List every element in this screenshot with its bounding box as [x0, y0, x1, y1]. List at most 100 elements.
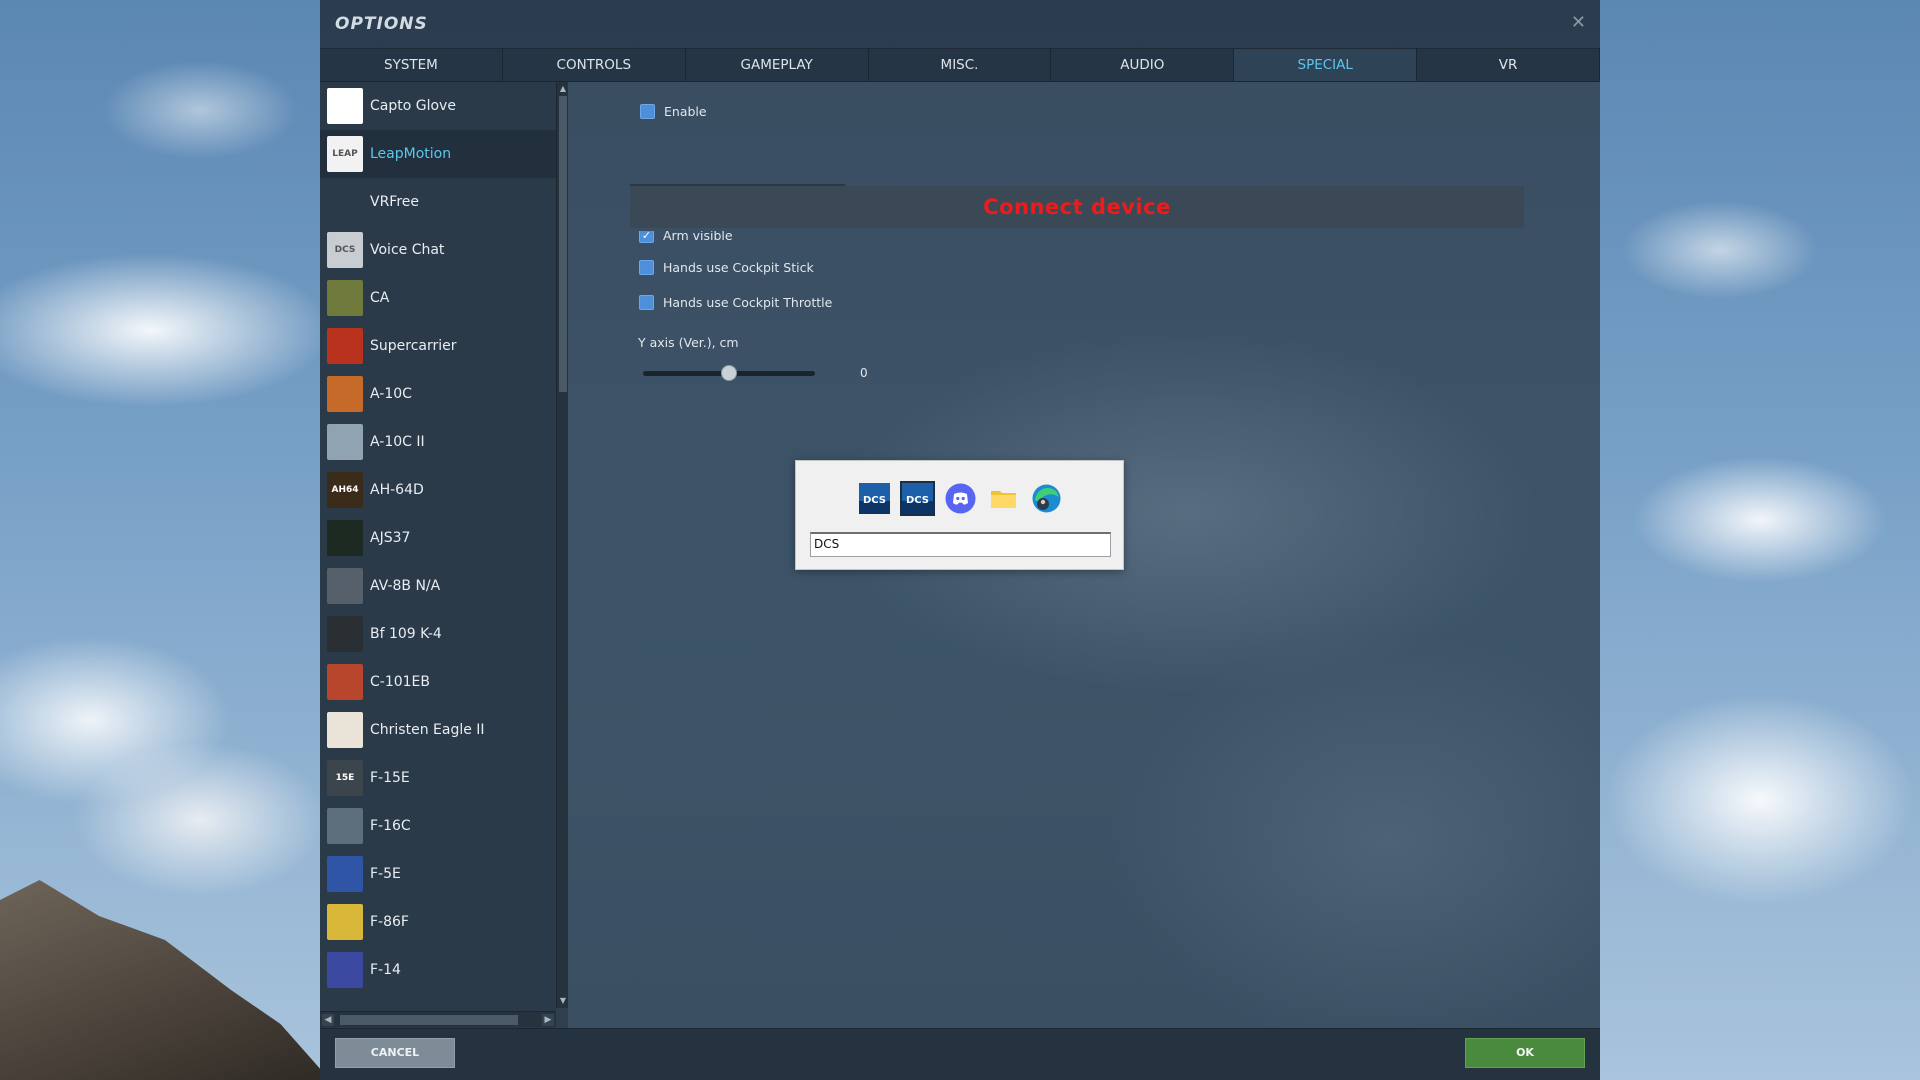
tab-gameplay[interactable]: GAMEPLAY: [686, 49, 869, 81]
c101eb-icon: [327, 664, 363, 700]
tab-vr[interactable]: VR: [1417, 49, 1601, 81]
tab-special[interactable]: SPECIAL: [1234, 49, 1418, 81]
sidebar-item-ajs37[interactable]: AJS37: [320, 514, 556, 562]
hands-throttle-checkbox-row[interactable]: Hands use Cockpit Throttle: [639, 295, 832, 310]
sidebar-item-label: Voice Chat: [370, 242, 445, 258]
sidebar-horizontal-scrollbar[interactable]: ◀ ▶: [320, 1011, 556, 1027]
edge-browser-icon[interactable]: [1029, 481, 1064, 516]
arm-visible-checkbox-row[interactable]: ✓ Arm visible: [639, 231, 733, 243]
sidebar-item-f5e[interactable]: F-5E: [320, 850, 556, 898]
av8b-icon: [327, 568, 363, 604]
sidebar-item-label: Christen Eagle II: [370, 722, 485, 738]
sidebar-item-voice-chat[interactable]: DCS Voice Chat: [320, 226, 556, 274]
arm-visible-label: Arm visible: [663, 231, 733, 243]
sidebar-item-label: Capto Glove: [370, 98, 456, 114]
f16c-icon: [327, 808, 363, 844]
sidebar-item-av8b[interactable]: AV-8B N/A: [320, 562, 556, 610]
sidebar-item-label: VRFree: [370, 194, 420, 210]
sidebar-item-label: Supercarrier: [370, 338, 457, 354]
sidebar-item-a10c[interactable]: A-10C: [320, 370, 556, 418]
sidebar-item-a10c2[interactable]: A-10C II: [320, 418, 556, 466]
hands-stick-label: Hands use Cockpit Stick: [663, 260, 814, 275]
voice-chat-icon: DCS: [327, 232, 363, 268]
f5e-icon: [327, 856, 363, 892]
background-rock: [0, 880, 330, 1080]
tab-system[interactable]: SYSTEM: [320, 49, 503, 81]
scrollbar-thumb[interactable]: [559, 96, 567, 392]
sidebar-item-label: AV-8B N/A: [370, 578, 441, 594]
ok-button[interactable]: OK: [1465, 1038, 1585, 1068]
sidebar-item-christen-eagle[interactable]: Christen Eagle II: [320, 706, 556, 754]
sidebar-item-label: Bf 109 K-4: [370, 626, 442, 642]
scroll-up-icon[interactable]: ▲: [558, 84, 568, 94]
sidebar-item-vrfree[interactable]: VRFree: [320, 178, 556, 226]
sidebar-item-label: F-14: [370, 962, 401, 978]
tab-misc[interactable]: MISC.: [869, 49, 1052, 81]
sidebar-item-f16c[interactable]: F-16C: [320, 802, 556, 850]
module-sidebar: Capto Glove LEAP LeapMotion VRFree DCS Voice …: [320, 82, 556, 1028]
app-switcher-icons: DCS DCS: [857, 481, 1064, 516]
arm-visible-checkbox[interactable]: ✓: [639, 231, 654, 243]
scroll-left-icon[interactable]: ◀: [322, 1014, 334, 1026]
hands-stick-checkbox-row[interactable]: Hands use Cockpit Stick: [639, 260, 814, 275]
enable-label: Enable: [664, 104, 707, 119]
sidebar-item-label: F-5E: [370, 866, 401, 882]
sidebar-item-label: F-86F: [370, 914, 409, 930]
ca-icon: [327, 280, 363, 316]
connect-device-banner: Connect device: [630, 186, 1524, 228]
bf109-icon: [327, 616, 363, 652]
enable-checkbox-row[interactable]: Enable: [640, 104, 707, 119]
sidebar-item-ca[interactable]: CA: [320, 274, 556, 322]
title-bar: OPTIONS ✕: [320, 0, 1600, 49]
sidebar-item-f14[interactable]: F-14: [320, 946, 556, 994]
sidebar-item-f86f[interactable]: F-86F: [320, 898, 556, 946]
file-explorer-icon[interactable]: [986, 481, 1021, 516]
y-axis-slider-thumb[interactable]: [721, 365, 737, 381]
hands-throttle-checkbox[interactable]: [639, 295, 654, 310]
scroll-down-icon[interactable]: ▼: [558, 996, 568, 1006]
sidebar-item-label: F-16C: [370, 818, 411, 834]
sidebar-vertical-scrollbar[interactable]: ▲ ▼: [556, 82, 568, 1008]
dcs-app-icon[interactable]: DCS: [857, 481, 892, 516]
close-icon[interactable]: ✕: [1571, 12, 1586, 33]
tab-audio[interactable]: AUDIO: [1051, 49, 1235, 81]
tab-controls[interactable]: CONTROLS: [503, 49, 686, 81]
enable-checkbox[interactable]: [640, 104, 655, 119]
hands-throttle-label: Hands use Cockpit Throttle: [663, 295, 833, 310]
discord-icon[interactable]: [943, 481, 978, 516]
sidebar-item-label: A-10C: [370, 386, 412, 402]
f86f-icon: [327, 904, 363, 940]
a10c2-icon: [327, 424, 363, 460]
footer-bar: CANCEL OK: [320, 1028, 1600, 1080]
dcs-app-icon-selected[interactable]: DCS: [900, 481, 935, 516]
sidebar-item-capto-glove[interactable]: Capto Glove: [320, 82, 556, 130]
f15e-icon: 15E: [327, 760, 363, 796]
ajs37-icon: [327, 520, 363, 556]
hscrollbar-thumb[interactable]: [340, 1015, 518, 1025]
sidebar-item-ah64d[interactable]: AH64 AH-64D: [320, 466, 556, 514]
f14-icon: [327, 952, 363, 988]
y-axis-label: Y axis (Ver.), cm: [638, 335, 739, 350]
sidebar-item-c101eb[interactable]: C-101EB: [320, 658, 556, 706]
sidebar-item-label: CA: [370, 290, 390, 306]
svg-text:DCS: DCS: [906, 495, 929, 506]
y-axis-value: 0: [860, 366, 868, 380]
app-switcher-title-field: DCS: [810, 532, 1111, 557]
sidebar-item-f15e[interactable]: 15E F-15E: [320, 754, 556, 802]
sidebar-item-leapmotion[interactable]: LEAP LeapMotion: [320, 130, 556, 178]
window-title: OPTIONS: [335, 14, 428, 34]
vrfree-icon: [327, 184, 363, 220]
sidebar-item-bf109[interactable]: Bf 109 K-4: [320, 610, 556, 658]
ah64d-icon: AH64: [327, 472, 363, 508]
sidebar-item-label: A-10C II: [370, 434, 425, 450]
sidebar-item-supercarrier[interactable]: Supercarrier: [320, 322, 556, 370]
sidebar-item-label: F-15E: [370, 770, 410, 786]
cancel-button[interactable]: CANCEL: [335, 1038, 455, 1068]
svg-text:DCS: DCS: [863, 495, 886, 506]
app-switcher-popup: DCS DCS DCS: [795, 460, 1124, 570]
scroll-right-icon[interactable]: ▶: [542, 1014, 554, 1026]
hands-stick-checkbox[interactable]: [639, 260, 654, 275]
y-axis-slider[interactable]: [643, 365, 815, 381]
sidebar-item-label: AH-64D: [370, 482, 424, 498]
supercarrier-icon: [327, 328, 363, 364]
